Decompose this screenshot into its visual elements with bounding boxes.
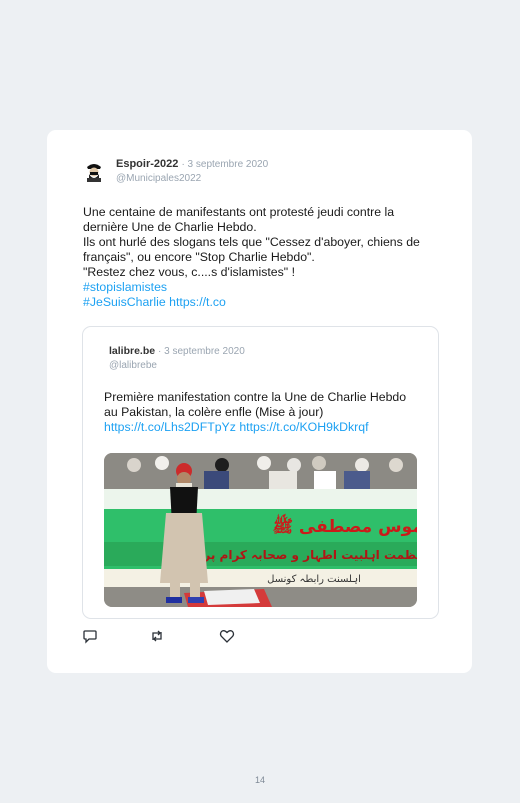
tweet-card: Espoir-2022 · 3 septembre 2020 @Municipa…	[47, 130, 472, 673]
page-number: 14	[254, 775, 265, 785]
quoted-body: Première manifestation contre la Une de …	[104, 390, 414, 435]
reply-icon[interactable]	[82, 628, 98, 644]
heart-icon[interactable]	[219, 628, 235, 644]
hashtag-jesuischarlie[interactable]: #JeSuisCharlie	[83, 295, 166, 309]
author-name[interactable]: Espoir-2022	[116, 158, 178, 170]
tweet-line: Une centaine de manifestants ont protest…	[83, 205, 395, 234]
banner-text: عظمت اہلبیت اطہار و صحابہ کرام پر	[202, 548, 417, 563]
tweet-actions	[82, 628, 282, 644]
quoted-text: Première manifestation contre la Une de …	[104, 390, 407, 419]
tweet-line: Ils ont hurlé des slogans tels que "Cess…	[83, 235, 420, 264]
quoted-author: lalibre.be · 3 septembre 2020 @lalibrebe	[109, 345, 245, 372]
tweet-date[interactable]: · 3 septembre 2020	[181, 159, 268, 170]
quoted-link-1[interactable]: https://t.co/Lhs2DFTpYz	[104, 420, 236, 434]
tweet-line: "Restez chez vous, c....s d'islamistes" …	[83, 265, 295, 279]
hashtag-stopislamistes[interactable]: #stopislamistes	[83, 280, 167, 294]
quoted-link-2[interactable]: https://t.co/KOH9kDkrqf	[239, 420, 368, 434]
tweet-body: Une centaine de manifestants ont protest…	[83, 205, 433, 310]
tweet-link[interactable]: https://t.co	[169, 295, 226, 309]
avatar[interactable]	[83, 160, 105, 182]
author-handle[interactable]: @Municipales2022	[116, 172, 268, 185]
quoted-handle[interactable]: @lalibrebe	[109, 359, 245, 372]
quoted-date[interactable]: · 3 septembre 2020	[158, 346, 245, 357]
retweet-icon[interactable]	[149, 628, 165, 644]
quoted-tweet[interactable]: lalibre.be · 3 septembre 2020 @lalibrebe…	[82, 326, 439, 619]
quoted-author-name[interactable]: lalibre.be	[109, 345, 155, 357]
tweet-author: Espoir-2022 · 3 septembre 2020 @Municipa…	[116, 158, 268, 185]
protest-photo[interactable]: ناموس مصطفی ﷺ عظمت اہلبیت اطہار و صحابہ …	[104, 453, 417, 607]
banner-text: اہلسنت رابطہ کونسل	[267, 574, 361, 585]
banner-text: ناموس مصطفی ﷺ	[272, 513, 417, 537]
